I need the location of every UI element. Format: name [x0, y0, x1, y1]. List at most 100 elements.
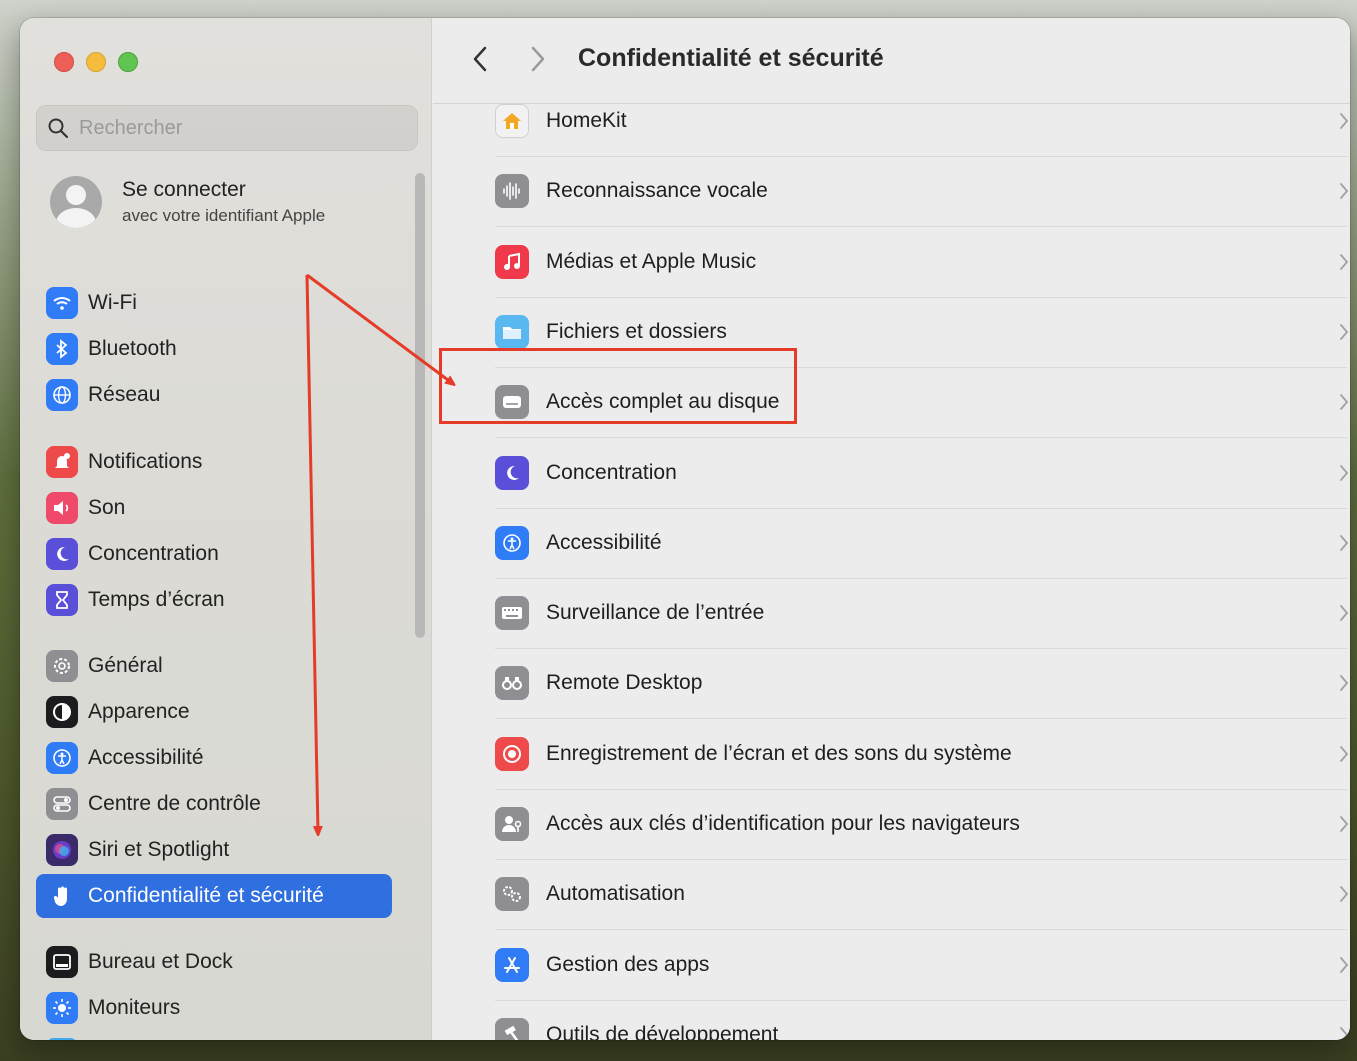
- row-label: Fichiers et dossiers: [546, 319, 727, 343]
- row-label: Médias et Apple Music: [546, 249, 757, 273]
- row-label: Reconnaissance vocale: [546, 179, 768, 203]
- moon-icon: [46, 538, 78, 570]
- sidebar-item[interactable]: Concentration: [36, 532, 392, 576]
- chevron-right-icon: [1337, 462, 1350, 484]
- sidebar-item-label: Bureau et Dock: [88, 950, 233, 973]
- sidebar-item-label: Confidentialité et sécurité: [88, 884, 324, 907]
- privacy-list-row[interactable]: Automatisation: [481, 859, 1350, 929]
- account-subtitle: avec votre identifiant Apple: [122, 206, 326, 225]
- sidebar-item[interactable]: Bluetooth: [36, 327, 392, 371]
- privacy-list-row[interactable]: Reconnaissance vocale: [481, 156, 1350, 226]
- highlight-box: [439, 348, 797, 424]
- search-input[interactable]: [79, 116, 379, 140]
- row-label: Concentration: [546, 460, 677, 484]
- sidebar-item-label: Général: [88, 654, 163, 677]
- chevron-right-icon: [1337, 180, 1350, 202]
- sidebar-scrollbar[interactable]: [415, 173, 425, 638]
- sidebar-item[interactable]: Temps d’écran: [36, 578, 392, 622]
- moon-icon: [495, 455, 529, 490]
- speaker-icon: [46, 492, 78, 524]
- sidebar-item[interactable]: Wi-Fi: [36, 281, 392, 325]
- appearance-icon: [46, 696, 78, 728]
- sidebar-item[interactable]: Réseau: [36, 373, 392, 417]
- row-label: Automatisation: [546, 882, 685, 906]
- sidebar-item-label: Notifications: [88, 450, 203, 473]
- sidebar-item[interactable]: Moniteurs: [36, 986, 392, 1030]
- sidebar-item[interactable]: Bureau et Dock: [36, 940, 392, 984]
- accessibility-icon: [495, 525, 529, 560]
- sidebar-item[interactable]: Apparence: [36, 690, 392, 734]
- chevron-right-icon: [1337, 954, 1350, 976]
- chevron-left-icon: [473, 46, 487, 72]
- privacy-list-row[interactable]: Enregistrement de l’écran et des sons du…: [481, 719, 1350, 789]
- search-field[interactable]: [36, 105, 418, 151]
- sidebar-item[interactable]: Accessibilité: [36, 736, 392, 780]
- music-note-icon: [495, 244, 529, 279]
- chevron-right-icon: [1337, 391, 1350, 413]
- chevron-right-icon: [1337, 672, 1350, 694]
- apple-account-signin[interactable]: Se connecter avec votre identifiant Appl…: [50, 176, 325, 228]
- sidebar-item-label: Centre de contrôle: [88, 792, 261, 815]
- sidebar-item[interactable]: Son: [36, 486, 392, 530]
- privacy-list-row[interactable]: Accès aux clés d’identification pour les…: [481, 789, 1350, 859]
- chevron-right-icon: [1337, 1024, 1350, 1040]
- chevron-right-icon: [1337, 813, 1350, 835]
- privacy-list-row[interactable]: Outils de développement: [481, 1000, 1350, 1040]
- sidebar-item-label: Moniteurs: [88, 996, 181, 1019]
- wifi-icon: [46, 287, 78, 319]
- row-label: Remote Desktop: [546, 671, 703, 695]
- sidebar-item[interactable]: Notifications: [36, 440, 392, 484]
- privacy-list-row[interactable]: Remote Desktop: [481, 648, 1350, 718]
- sidebar-item-label: Wi-Fi: [88, 291, 137, 314]
- chevron-right-icon: [1337, 532, 1350, 554]
- person-key-icon: [495, 807, 529, 841]
- hand-icon: [46, 880, 78, 912]
- sidebar-item-label: Concentration: [88, 542, 219, 565]
- toggles-icon: [46, 788, 78, 820]
- keyboard-icon: [495, 596, 529, 631]
- privacy-list-row[interactable]: Concentration: [481, 438, 1350, 508]
- privacy-list-row[interactable]: Médias et Apple Music: [481, 227, 1350, 297]
- sidebar-item[interactable]: Général: [36, 644, 392, 688]
- dock-icon: [46, 946, 78, 978]
- sidebar-item[interactable]: Confidentialité et sécurité: [36, 874, 392, 918]
- sidebar-item-label: Siri et Spotlight: [88, 838, 230, 861]
- sidebar-item-label: Réseau: [88, 383, 161, 406]
- sidebar-item[interactable]: Fond d’écran: [36, 1032, 392, 1040]
- main-pane: Confidentialité et sécurité HomeKit Recon…: [433, 18, 1350, 1040]
- privacy-list-row[interactable]: Gestion des apps: [481, 930, 1350, 1000]
- privacy-list-row[interactable]: HomeKit: [481, 86, 1350, 156]
- sidebar-item[interactable]: Centre de contrôle: [36, 782, 392, 826]
- sidebar-item-label: Accessibilité: [88, 746, 204, 769]
- privacy-list-row[interactable]: Accessibilité: [481, 508, 1350, 578]
- row-label: Gestion des apps: [546, 952, 710, 976]
- binoculars-icon: [495, 666, 529, 701]
- sidebar-item[interactable]: Siri et Spotlight: [36, 828, 392, 872]
- close-button[interactable]: [54, 52, 74, 72]
- page-title: Confidentialité et sécurité: [578, 44, 884, 72]
- window-controls: [54, 52, 138, 72]
- flower-icon: [46, 1038, 78, 1040]
- sidebar-item-label: Bluetooth: [88, 337, 177, 360]
- hourglass-icon: [46, 584, 78, 616]
- hammer-icon: [495, 1017, 529, 1040]
- waveform-icon: [495, 174, 529, 209]
- sun-icon: [46, 992, 78, 1024]
- row-label: Surveillance de l’entrée: [546, 601, 765, 625]
- bell-icon: [46, 446, 78, 478]
- privacy-list-row[interactable]: Surveillance de l’entrée: [481, 578, 1350, 648]
- row-label: Accès aux clés d’identification pour les…: [546, 812, 1020, 835]
- bluetooth-icon: [46, 333, 78, 365]
- system-settings-window: Se connecter avec votre identifiant Appl…: [20, 18, 1350, 1040]
- row-label: Outils de développement: [546, 1022, 779, 1040]
- accessibility-icon: [46, 742, 78, 774]
- forward-button[interactable]: [525, 44, 551, 74]
- gear-icon: [46, 650, 78, 682]
- minimize-button[interactable]: [86, 52, 106, 72]
- row-label: Enregistrement de l’écran et des sons du…: [546, 741, 1012, 765]
- globe-icon: [46, 379, 78, 411]
- back-button[interactable]: [467, 44, 493, 74]
- chevron-right-icon: [1337, 251, 1350, 273]
- sidebar: Se connecter avec votre identifiant Appl…: [20, 18, 432, 1040]
- zoom-button[interactable]: [118, 52, 138, 72]
